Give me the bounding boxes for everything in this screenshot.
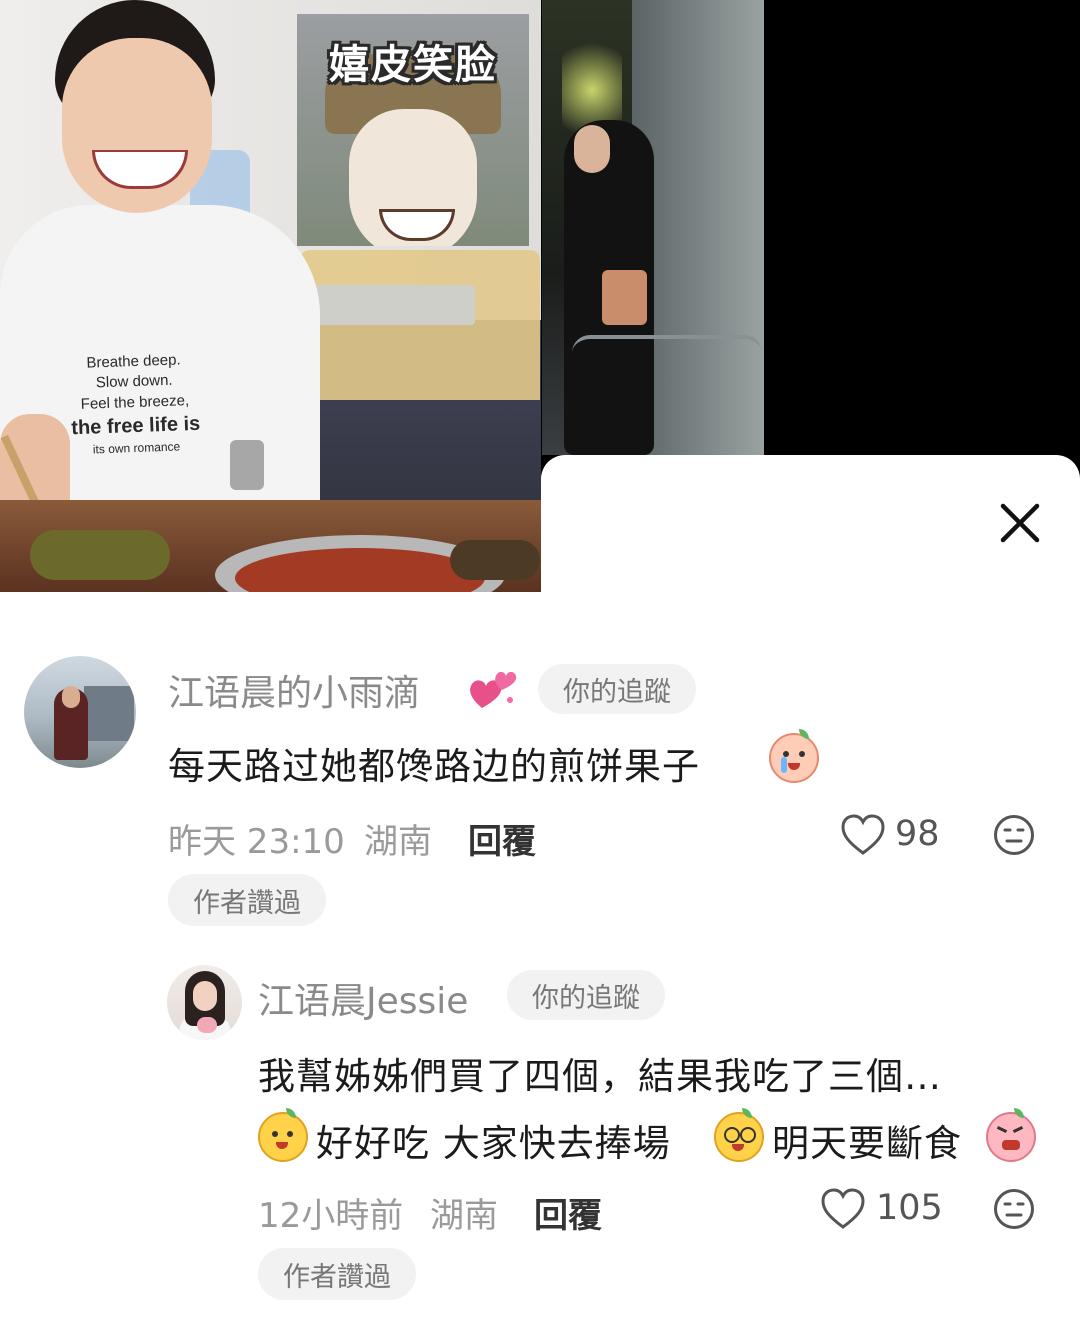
like-count: 105 <box>876 1188 943 1228</box>
comment-text-line2b: 明天要斷食 <box>772 1122 962 1165</box>
username[interactable]: 江语晨Jessie <box>258 972 468 1024</box>
city-skyline <box>84 686 134 741</box>
photo-woman-eating[interactable]: Breathe deep. Slow down. Feel the breeze… <box>0 0 541 592</box>
comment-text-line1: 我幫姊姊們買了四個，結果我吃了三個… <box>258 1055 942 1098</box>
food-bag <box>602 270 647 325</box>
dizzy-emoji <box>714 1108 764 1162</box>
person-face <box>62 686 80 708</box>
woman-face <box>574 125 610 173</box>
chair <box>300 250 540 400</box>
crying-emoji <box>769 729 819 783</box>
close-button[interactable] <box>993 496 1047 550</box>
food-container <box>450 540 540 580</box>
smiling-emoji <box>258 1108 308 1162</box>
comment-text-line2a: 好好吃 大家快去捧場 <box>316 1122 671 1165</box>
sparkle-hearts-emoji <box>470 671 517 708</box>
author-liked-badge: 作者讚過 <box>258 1248 416 1300</box>
username[interactable]: 江语晨的小雨滴 <box>168 664 420 716</box>
comment-text: 每天路过她都馋路边的煎饼果子 <box>168 745 700 788</box>
face <box>193 981 217 1011</box>
author-liked-badge: 作者讚過 <box>168 874 326 926</box>
railing <box>572 335 762 353</box>
comment-location: 湖南 <box>364 822 432 862</box>
reply-button[interactable]: 回覆 <box>534 1188 602 1237</box>
like-count: 98 <box>895 814 940 854</box>
heart-outline-icon[interactable] <box>840 814 886 856</box>
following-badge: 你的追蹤 <box>538 664 696 714</box>
avatar[interactable] <box>167 965 242 1040</box>
wristwatch <box>230 440 264 490</box>
comment-time: 12小時前 <box>258 1196 404 1236</box>
empty-area <box>764 0 1080 455</box>
close-icon <box>1000 503 1040 543</box>
comment-location: 湖南 <box>430 1196 498 1236</box>
comment-time: 昨天 23:10 <box>168 822 345 862</box>
heart-outline-icon[interactable] <box>820 1188 866 1230</box>
neutral-face-icon[interactable] <box>993 1188 1035 1230</box>
following-badge: 你的追蹤 <box>507 970 665 1020</box>
neutral-face-icon[interactable] <box>993 814 1035 856</box>
flowers <box>197 1017 217 1033</box>
photo-woman-street[interactable] <box>542 0 764 455</box>
angry-emoji <box>986 1108 1036 1162</box>
food-container <box>30 530 170 580</box>
avatar[interactable] <box>24 656 136 768</box>
meme-caption: 嬉皮笑脸 <box>329 42 497 88</box>
meme-sticker: 嬉皮笑脸 <box>297 14 529 246</box>
reply-button[interactable]: 回覆 <box>468 814 536 863</box>
